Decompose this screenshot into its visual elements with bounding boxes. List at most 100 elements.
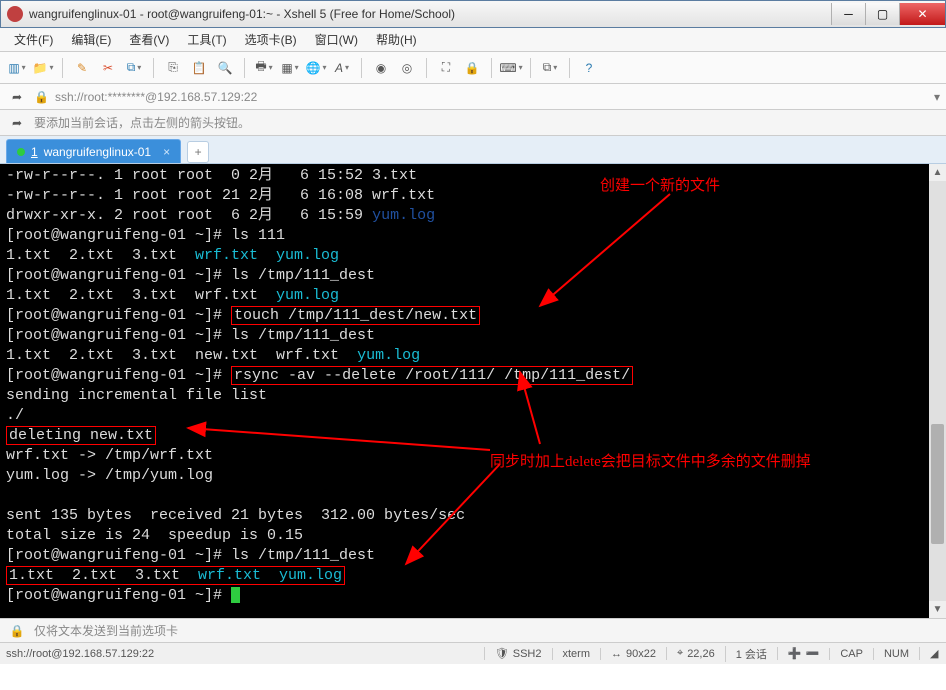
terminal-text: [root@wangruifeng-01 ~]#	[6, 307, 231, 324]
terminal-text: 1.txt 2.txt 3.txt	[6, 247, 195, 264]
terminal-line: 1.txt 2.txt 3.txt wrf.txt yum.log	[6, 246, 940, 266]
terminal-line: [root@wangruifeng-01 ~]# touch /tmp/111_…	[6, 306, 940, 326]
menu-tools[interactable]: 工具(T)	[179, 29, 234, 50]
print-icon[interactable]: 🖶	[253, 57, 275, 79]
terminal-text: yum.log	[357, 347, 420, 364]
terminal-text: [root@wangruifeng-01 ~]#	[6, 587, 231, 604]
terminal-line: ./	[6, 406, 940, 426]
terminal-text: [root@wangruifeng-01 ~]# ls /tmp/111_des…	[6, 267, 375, 284]
resize-grip-icon[interactable]: ◢	[919, 647, 940, 660]
xagent-icon[interactable]: ◉	[370, 57, 392, 79]
paste-icon[interactable]: 📋	[188, 57, 210, 79]
terminal-text: yum.log -> /tmp/yum.log	[6, 467, 213, 484]
terminal-text: wrf.txt yum.log	[198, 567, 342, 584]
status-flags: ➕➖	[777, 647, 829, 660]
menu-window[interactable]: 窗口(W)	[307, 29, 366, 50]
terminal-line: 1.txt 2.txt 3.txt new.txt wrf.txt yum.lo…	[6, 346, 940, 366]
copy-icon[interactable]: ⎘	[162, 57, 184, 79]
terminal-line: -rw-r--r--. 1 root root 0 2月 6 15:52 3.t…	[6, 166, 940, 186]
address-text[interactable]: ssh://root:********@192.168.57.129:22	[55, 90, 928, 104]
terminal-text: sending incremental file list	[6, 387, 267, 404]
status-size: ↔90x22	[600, 648, 666, 660]
terminal-line: [root@wangruifeng-01 ~]#	[6, 586, 940, 606]
hint-icon[interactable]: ➦	[6, 112, 28, 134]
cursor-icon: ⌖	[677, 647, 683, 660]
status-connection: ssh://root@192.168.57.129:22	[6, 648, 484, 660]
scroll-up-icon[interactable]: ▴	[929, 164, 946, 181]
tab-add-button[interactable]: +	[187, 141, 209, 163]
lock-icon[interactable]: 🔒	[461, 57, 483, 79]
terminal-text: rsync -av --delete /root/111/ /tmp/111_d…	[234, 367, 630, 384]
terminal-text: total size is 24 speedup is 0.15	[6, 527, 303, 544]
globe-icon[interactable]: 🌐	[305, 57, 327, 79]
status-dot-icon	[17, 148, 25, 156]
highlighted-command: rsync -av --delete /root/111/ /tmp/111_d…	[231, 366, 633, 385]
compose-note: 仅将文本发送到当前选项卡	[34, 622, 178, 639]
menu-file[interactable]: 文件(F)	[6, 29, 61, 50]
addr-add-icon[interactable]: ➦	[6, 86, 28, 108]
terminal-text: -rw-r--r--. 1 root root 0 2月 6 15:52 3.t…	[6, 167, 417, 184]
terminal-scrollbar[interactable]: ▴ ▾	[929, 164, 946, 618]
font-icon[interactable]: A	[331, 57, 353, 79]
terminal-line: wrf.txt -> /tmp/wrf.txt	[6, 446, 940, 466]
addr-dropdown-icon[interactable]: ▾	[934, 90, 940, 104]
terminal[interactable]: -rw-r--r--. 1 root root 0 2月 6 15:52 3.t…	[0, 164, 946, 618]
menu-edit[interactable]: 编辑(E)	[63, 29, 119, 50]
terminal-text: ./	[6, 407, 24, 424]
minus-icon: ➖	[806, 647, 820, 660]
find-icon[interactable]: 🔍	[214, 57, 236, 79]
terminal-cursor	[231, 587, 240, 603]
minimize-button[interactable]: ─	[831, 3, 865, 25]
menu-help[interactable]: 帮助(H)	[368, 29, 425, 50]
terminal-line	[6, 486, 940, 506]
address-bar: ➦ 🔒 ssh://root:********@192.168.57.129:2…	[0, 84, 946, 110]
shield-icon: 🛡	[495, 647, 509, 660]
terminal-line: yum.log -> /tmp/yum.log	[6, 466, 940, 486]
highlighted-command: 1.txt 2.txt 3.txt wrf.txt yum.log	[6, 566, 345, 585]
status-caps: CAP	[829, 648, 873, 660]
layout-icon[interactable]: ▦	[279, 57, 301, 79]
menu-tabs[interactable]: 选项卡(B)	[237, 29, 305, 50]
terminal-line: [root@wangruifeng-01 ~]# ls /tmp/111_des…	[6, 546, 940, 566]
status-protocol: 🛡SSH2	[484, 647, 552, 660]
terminal-text: -rw-r--r--. 1 root root 21 2月 6 16:08 wr…	[6, 187, 435, 204]
fullscreen-icon[interactable]: ⛶	[435, 57, 457, 79]
close-button[interactable]: ✕	[899, 3, 945, 25]
terminal-text: yum.log	[372, 207, 435, 224]
status-num: NUM	[873, 648, 919, 660]
properties-icon[interactable]: ⧉	[123, 57, 145, 79]
xftp-icon[interactable]: ◎	[396, 57, 418, 79]
hint-text: 要添加当前会话，点击左侧的箭头按钮。	[34, 114, 250, 131]
keyboard-icon[interactable]: ⌨	[500, 57, 522, 79]
terminal-line: [root@wangruifeng-01 ~]# ls /tmp/111_des…	[6, 326, 940, 346]
terminal-line: 1.txt 2.txt 3.txt wrf.txt yum.log	[6, 566, 940, 586]
tab-session[interactable]: 1 wangruifenglinux-01 ×	[6, 139, 181, 163]
tab-index: 1	[31, 145, 38, 159]
compose-lock-icon[interactable]: 🔒	[6, 620, 28, 642]
compose-bar: 🔒 仅将文本发送到当前选项卡	[0, 618, 946, 642]
status-bar: ssh://root@192.168.57.129:22 🛡SSH2 xterm…	[0, 642, 946, 664]
hint-bar: ➦ 要添加当前会话，点击左侧的箭头按钮。	[0, 110, 946, 136]
new-session-icon[interactable]: ▥	[6, 57, 28, 79]
terminal-line: total size is 24 speedup is 0.15	[6, 526, 940, 546]
highlighted-command: touch /tmp/111_dest/new.txt	[231, 306, 480, 325]
help-icon[interactable]: ?	[578, 57, 600, 79]
terminal-text: [root@wangruifeng-01 ~]# ls 111	[6, 227, 285, 244]
reconnect-icon[interactable]: ✎	[71, 57, 93, 79]
disconnect-icon[interactable]: ✂	[97, 57, 119, 79]
scroll-down-icon[interactable]: ▾	[929, 601, 946, 618]
terminal-line: drwxr-xr-x. 2 root root 6 2月 6 15:59 yum…	[6, 206, 940, 226]
plus-icon: ➕	[788, 647, 802, 660]
terminal-line: -rw-r--r--. 1 root root 21 2月 6 16:08 wr…	[6, 186, 940, 206]
terminal-text: [root@wangruifeng-01 ~]#	[6, 367, 231, 384]
terminal-line: [root@wangruifeng-01 ~]# rsync -av --del…	[6, 366, 940, 386]
tab-close-icon[interactable]: ×	[163, 145, 170, 159]
menu-view[interactable]: 查看(V)	[121, 29, 177, 50]
scroll-thumb[interactable]	[931, 424, 944, 544]
open-session-icon[interactable]: 📁	[32, 57, 54, 79]
tabs-icon[interactable]: ⧉	[539, 57, 561, 79]
tab-bar: 1 wangruifenglinux-01 × +	[0, 136, 946, 164]
terminal-text: drwxr-xr-x. 2 root root 6 2月 6 15:59	[6, 207, 372, 224]
maximize-button[interactable]: ▢	[865, 3, 899, 25]
app-icon	[7, 6, 23, 22]
